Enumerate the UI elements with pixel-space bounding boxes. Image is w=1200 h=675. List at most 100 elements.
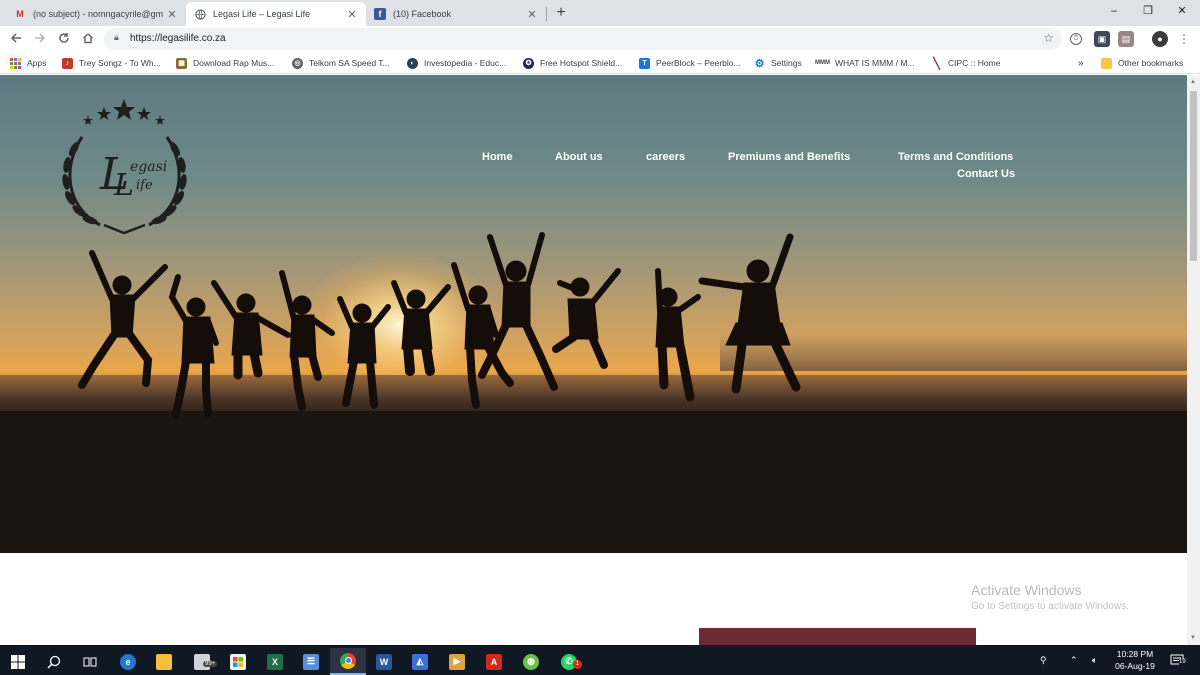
shield-icon: ✪ xyxy=(523,57,534,69)
whatsapp-app[interactable]: ✆ 1 xyxy=(551,648,587,675)
nav-about-us[interactable]: About us xyxy=(555,151,603,163)
tab-facebook[interactable]: f (10) Facebook ✕ xyxy=(366,2,546,26)
tab-title: (no subject) - nomngacyrile@gm xyxy=(33,9,164,19)
restore-button[interactable]: ❐ xyxy=(1131,0,1165,22)
excel-app[interactable]: X xyxy=(257,648,293,675)
close-icon[interactable]: ✕ xyxy=(346,8,358,21)
avatar[interactable]: ● xyxy=(1152,31,1168,47)
page-viewport: L L egasi ife Home About us careers Prem… xyxy=(0,75,1187,645)
gmail-icon: M xyxy=(16,9,24,19)
svg-text:ife: ife xyxy=(136,178,153,193)
bookmarks-overflow-button[interactable]: » xyxy=(1078,56,1084,70)
vertical-scrollbar[interactable]: ▲ ▼ xyxy=(1187,75,1200,645)
nav-home[interactable]: Home xyxy=(482,151,513,163)
scrollbar-thumb[interactable] xyxy=(1190,91,1197,261)
address-bar[interactable]: 🔒︎ https://legasilife.co.za ☆ xyxy=(104,28,1062,50)
bookmark-label: Settings xyxy=(771,58,802,68)
clock-extension-icon[interactable]: ⏱ xyxy=(1070,33,1082,45)
network-icon: ☰ xyxy=(303,653,319,670)
edge-icon: e xyxy=(120,653,136,670)
tab-gmail[interactable]: M (no subject) - nomngacyrile@gm ✕ xyxy=(6,2,186,26)
jumping-people-silhouettes xyxy=(78,232,801,419)
music-icon: ♪ xyxy=(62,57,73,69)
folder-icon xyxy=(1101,57,1112,69)
svg-text:egasi: egasi xyxy=(130,159,167,175)
translate-extension-icon[interactable]: ▣ xyxy=(1094,31,1110,47)
bookmark-label: Investopedia - Educ... xyxy=(424,58,507,68)
task-view-button[interactable] xyxy=(72,648,108,675)
url-text: https://legasilife.co.za xyxy=(130,33,226,44)
new-tab-button[interactable]: + xyxy=(552,3,570,23)
excel-icon: X xyxy=(267,653,283,670)
people-icon[interactable]: ⚲ xyxy=(1040,645,1047,675)
bookmark-download-rap[interactable]: ▦ Download Rap Mus... xyxy=(176,56,274,70)
acrobat-app[interactable]: A xyxy=(476,648,512,675)
file-explorer-app[interactable] xyxy=(146,648,182,675)
nav-careers[interactable]: careers xyxy=(646,151,685,163)
media-app[interactable]: ◭ xyxy=(402,648,438,675)
bookmark-label: Telkom SA Speed T... xyxy=(309,58,390,68)
bookmark-trey-songz[interactable]: ♪ Trey Songz - To Wh... xyxy=(62,56,161,70)
bookmark-cipc[interactable]: ╲ CIPC :: Home xyxy=(931,56,1000,70)
bookmark-label: CIPC :: Home xyxy=(948,58,1001,68)
video-app[interactable]: ▶ xyxy=(439,648,475,675)
nav-contact-us[interactable]: Contact Us xyxy=(957,168,1015,180)
bookmark-mmm[interactable]: MMM WHAT IS MMM / M... xyxy=(815,56,914,70)
nav-premiums-and-benefits[interactable]: Premiums and Benefits xyxy=(728,151,850,163)
notifications-badge: 19 xyxy=(1179,659,1186,665)
bookmark-label: Download Rap Mus... xyxy=(193,58,275,68)
rap-site-icon: ▦ xyxy=(176,57,187,69)
bookmark-star-icon[interactable]: ☆ xyxy=(1043,31,1054,45)
volume-icon[interactable]: 🔈︎ xyxy=(1092,645,1097,675)
folder-icon xyxy=(156,653,172,670)
tab-strip: M (no subject) - nomngacyrile@gm ✕ Legas… xyxy=(0,0,1200,26)
clock-date: 06-Aug-19 xyxy=(1115,661,1155,671)
close-icon[interactable]: ✕ xyxy=(526,8,538,21)
start-button[interactable] xyxy=(0,648,36,675)
activate-windows-subtitle: Go to Settings to activate Windows. xyxy=(971,601,1129,612)
bookmark-telkom[interactable]: ◎ Telkom SA Speed T... xyxy=(292,56,390,70)
globe-app[interactable]: ◍ xyxy=(513,648,549,675)
arrow-left-icon xyxy=(10,33,21,43)
globe-icon: ◎ xyxy=(292,57,303,69)
clock-time: 10:28 PM xyxy=(1116,649,1154,659)
bookmark-settings[interactable]: ⚙ Settings xyxy=(754,56,802,70)
minimize-button[interactable]: – xyxy=(1097,0,1131,22)
close-window-button[interactable]: ✕ xyxy=(1165,0,1199,22)
bookmark-peerblock[interactable]: T PeerBlock – Peerblo... xyxy=(639,56,741,70)
tab-separator xyxy=(546,7,547,21)
bookmark-hotspot-shield[interactable]: ✪ Free Hotspot Shield... xyxy=(523,56,622,70)
investopedia-icon: ◐ xyxy=(407,57,418,69)
word-app[interactable]: W xyxy=(366,648,402,675)
vpn-app[interactable]: 99+ xyxy=(184,648,220,675)
windows-taskbar: e 99+ X ☰ W ◭ ▶ A ◍ ✆ 1 ⚲ ⌃ 🔈︎ 10:28 PM … xyxy=(0,645,1200,675)
edge-app[interactable]: e xyxy=(110,648,146,675)
home-button[interactable] xyxy=(78,29,98,49)
action-center-icon[interactable]: 19 xyxy=(1170,645,1186,675)
bookmark-label: Other bookmarks xyxy=(1118,58,1184,68)
chevron-up-icon[interactable]: ⌃ xyxy=(1070,645,1078,675)
nav-terms-and-conditions[interactable]: Terms and Conditions xyxy=(898,151,1013,163)
tab-legasi-life[interactable]: Legasi Life – Legasi Life ✕ xyxy=(186,2,366,26)
system-clock[interactable]: 10:28 PM 06-Aug-19 xyxy=(1108,648,1162,672)
chrome-app[interactable] xyxy=(330,648,366,675)
bookmark-investopedia[interactable]: ◐ Investopedia - Educ... xyxy=(407,56,506,70)
word-icon: W xyxy=(376,653,392,670)
video-icon: ▶ xyxy=(449,653,465,670)
scroll-down-icon[interactable]: ▼ xyxy=(1190,635,1196,641)
whatsapp-badge: 1 xyxy=(573,660,582,669)
other-bookmarks-folder[interactable]: Other bookmarks xyxy=(1101,56,1183,70)
menu-kebab-icon[interactable]: ⋮ xyxy=(1174,29,1194,49)
network-app[interactable]: ☰ xyxy=(293,648,329,675)
reload-button[interactable] xyxy=(54,29,74,49)
search-button[interactable] xyxy=(36,648,72,675)
close-icon[interactable]: ✕ xyxy=(166,8,178,21)
pdf-extension-icon[interactable]: ▤ xyxy=(1118,31,1134,47)
search-icon xyxy=(47,655,61,669)
scroll-up-icon[interactable]: ▲ xyxy=(1190,79,1196,85)
store-app[interactable] xyxy=(220,648,256,675)
bookmark-apps[interactable]: Apps xyxy=(10,56,46,70)
back-button[interactable] xyxy=(6,29,26,49)
browser-toolbar: 🔒︎ https://legasilife.co.za ☆ ⏱ ▣ ▤ ● ⋮ xyxy=(0,26,1200,52)
forward-button[interactable] xyxy=(30,29,50,49)
